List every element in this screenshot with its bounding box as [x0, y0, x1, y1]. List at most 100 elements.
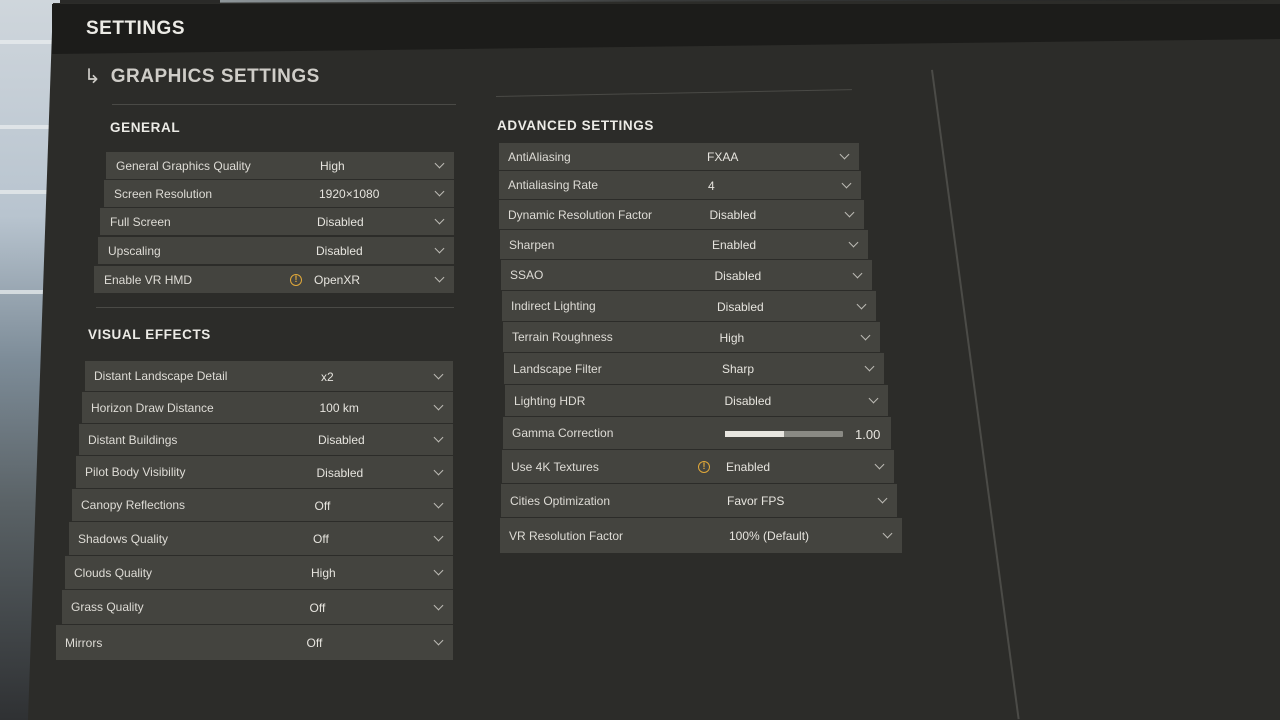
setting-row[interactable]: Sharpen Enabled	[500, 230, 868, 260]
chevron-down-icon[interactable]	[433, 400, 444, 411]
setting-row[interactable]: Pilot Body Visibility Disabled	[76, 456, 453, 489]
setting-row[interactable]: Canopy Reflections Off	[72, 489, 453, 522]
setting-row[interactable]: Mirrors Off	[56, 625, 453, 661]
slider-fill	[725, 430, 784, 437]
setting-label: Clouds Quality	[74, 565, 153, 580]
setting-value: Sharp	[722, 362, 755, 376]
setting-row[interactable]: Cities Optimization Favor FPS	[501, 484, 897, 518]
chevron-down-icon[interactable]	[434, 214, 445, 225]
chevron-down-icon[interactable]	[433, 531, 444, 542]
setting-label: Use 4K Textures	[511, 459, 599, 474]
setting-value: Off	[306, 636, 323, 650]
setting-row[interactable]: Horizon Draw Distance 100 km	[82, 392, 453, 424]
setting-value: OpenXR	[314, 273, 361, 287]
setting-value: Enabled	[712, 238, 757, 252]
section-header: ↳ GRAPHICS SETTINGS	[84, 64, 320, 89]
setting-value: High	[719, 330, 745, 345]
setting-row[interactable]: Full Screen Disabled	[100, 208, 454, 236]
chevron-down-icon[interactable]	[868, 393, 879, 404]
setting-value: 4	[708, 178, 715, 193]
setting-row[interactable]: Lighting HDR Disabled	[505, 385, 888, 417]
chevron-down-icon[interactable]	[433, 635, 444, 646]
setting-row[interactable]: AntiAliasing FXAA	[499, 143, 859, 171]
setting-value: Disabled	[724, 394, 772, 408]
setting-row[interactable]: Use 4K Textures! Enabled	[502, 450, 894, 484]
setting-value: Off	[314, 498, 331, 513]
chevron-down-icon[interactable]	[874, 459, 885, 470]
setting-row[interactable]: Grass Quality Off	[62, 590, 453, 625]
section-divider-left	[112, 104, 456, 105]
setting-label: Canopy Reflections	[81, 498, 186, 512]
setting-value: Disabled	[317, 215, 364, 229]
chevron-down-icon[interactable]	[434, 158, 445, 169]
setting-row[interactable]: Indirect Lighting Disabled	[502, 291, 876, 322]
setting-label: Antialiasing Rate	[508, 178, 599, 192]
advanced-settings-title: ADVANCED SETTINGS	[497, 118, 654, 133]
setting-row[interactable]: Upscaling Disabled	[98, 237, 454, 265]
setting-value: Off	[313, 532, 329, 546]
chevron-down-icon[interactable]	[848, 237, 859, 248]
chevron-down-icon[interactable]	[864, 361, 875, 372]
setting-label: Terrain Roughness	[512, 330, 613, 344]
setting-row[interactable]: Shadows Quality Off	[69, 522, 453, 556]
setting-value: FXAA	[707, 150, 739, 164]
chevron-down-icon[interactable]	[433, 498, 444, 508]
setting-label: General Graphics Quality	[116, 158, 251, 173]
chevron-down-icon[interactable]	[882, 528, 893, 539]
setting-row[interactable]: SSAO Disabled	[501, 260, 872, 291]
chevron-down-icon[interactable]	[434, 272, 445, 283]
setting-label: Distant Buildings	[88, 432, 178, 447]
setting-value: Disabled	[714, 268, 762, 283]
setting-row[interactable]: VR Resolution Factor 100% (Default)	[500, 518, 902, 554]
warning-icon: !	[290, 274, 302, 286]
setting-label: Screen Resolution	[114, 186, 213, 201]
chevron-down-icon[interactable]	[433, 432, 444, 443]
setting-row[interactable]: Antialiasing Rate 4	[499, 171, 861, 200]
chevron-down-icon[interactable]	[877, 493, 888, 504]
setting-label: VR Resolution Factor	[509, 528, 624, 543]
general-title: GENERAL	[110, 120, 181, 135]
setting-row[interactable]: Enable VR HMD! OpenXR	[94, 266, 454, 294]
chevron-down-icon[interactable]	[839, 149, 850, 160]
setting-label: Pilot Body Visibility	[85, 465, 186, 479]
setting-row[interactable]: Landscape Filter Sharp	[504, 353, 884, 385]
chevron-down-icon[interactable]	[852, 268, 863, 278]
chevron-down-icon[interactable]	[433, 600, 444, 610]
chevron-down-icon[interactable]	[841, 178, 852, 188]
gamma-slider[interactable]	[725, 430, 843, 437]
setting-row[interactable]: Distant Buildings Disabled	[79, 424, 453, 456]
warning-icon: !	[698, 461, 710, 473]
setting-label: Gamma Correction	[512, 426, 614, 440]
window-title: SETTINGS	[86, 18, 186, 39]
setting-row[interactable]: Terrain Roughness High	[503, 322, 880, 353]
chevron-down-icon[interactable]	[433, 565, 444, 576]
setting-row[interactable]: Distant Landscape Detail x2	[85, 361, 453, 392]
chevron-down-icon[interactable]	[433, 369, 444, 379]
setting-row[interactable]: Screen Resolution 1920×1080	[104, 180, 454, 208]
setting-label: Shadows Quality	[78, 531, 169, 546]
setting-label: Lighting HDR	[514, 393, 586, 408]
setting-label: Cities Optimization	[510, 493, 611, 508]
chevron-down-icon[interactable]	[433, 465, 444, 475]
setting-label: Mirrors	[65, 635, 103, 650]
chevron-down-icon[interactable]	[434, 186, 445, 197]
setting-value: 1920×1080	[319, 187, 380, 201]
chevron-down-icon[interactable]	[434, 243, 445, 254]
setting-value: Disabled	[717, 299, 764, 314]
setting-value: x2	[321, 369, 334, 384]
chevron-down-icon[interactable]	[860, 330, 871, 340]
setting-label: Dynamic Resolution Factor	[508, 207, 653, 222]
setting-row[interactable]: Gamma Correction 1.00	[503, 417, 891, 450]
section-title: GRAPHICS SETTINGS	[110, 65, 320, 87]
setting-label: SSAO	[510, 268, 544, 282]
setting-value: Disabled	[709, 208, 757, 222]
setting-row[interactable]: Clouds Quality High	[65, 556, 453, 590]
setting-row[interactable]: General Graphics Quality High	[106, 152, 454, 180]
chevron-down-icon[interactable]	[856, 299, 867, 309]
chevron-down-icon[interactable]	[844, 207, 855, 218]
setting-label: Full Screen	[110, 214, 171, 229]
visual-effects-title: VISUAL EFFECTS	[88, 327, 211, 342]
setting-value: High	[311, 566, 336, 580]
setting-row[interactable]: Dynamic Resolution Factor Disabled	[499, 200, 864, 230]
setting-value: Disabled	[318, 433, 365, 447]
